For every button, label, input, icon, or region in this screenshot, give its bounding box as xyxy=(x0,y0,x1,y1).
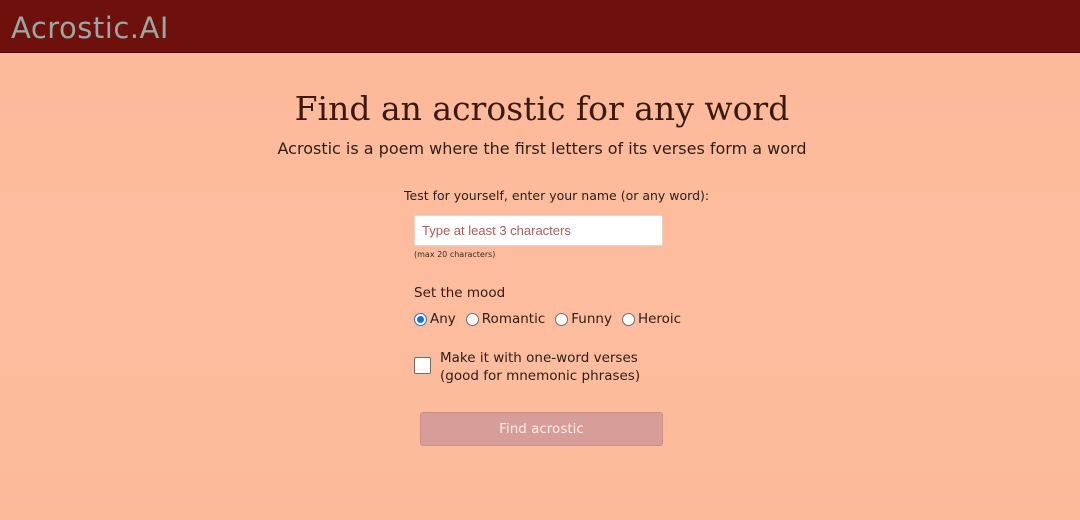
site-logo[interactable]: Acrostic.AI xyxy=(11,10,169,46)
mood-label: Set the mood xyxy=(414,285,506,301)
page-title: Find an acrostic for any word xyxy=(294,89,790,128)
word-input-prompt: Test for yourself, enter your name (or a… xyxy=(404,188,710,203)
mood-option-label: Any xyxy=(430,311,456,327)
input-length-hint: (max 20 characters) xyxy=(414,250,496,259)
one-word-verses-checkbox[interactable] xyxy=(414,357,431,374)
mood-option-label: Funny xyxy=(571,311,612,327)
one-word-verses-label[interactable]: Make it with one-word verses (good for m… xyxy=(440,349,680,385)
mood-radio-group: Any Romantic Funny Heroic xyxy=(414,309,691,329)
site-header: Acrostic.AI xyxy=(0,0,1080,53)
find-acrostic-button[interactable]: Find acrostic xyxy=(420,412,663,446)
mood-option-any[interactable]: Any xyxy=(414,311,456,327)
radio-button[interactable] xyxy=(414,312,427,326)
radio-button[interactable] xyxy=(621,312,635,326)
one-word-verses-text: Make it with one-word verses xyxy=(440,350,638,366)
radio-button[interactable] xyxy=(555,312,569,326)
mood-option-heroic[interactable]: Heroic xyxy=(621,311,682,327)
mood-option-funny[interactable]: Funny xyxy=(555,311,612,327)
mood-option-romantic[interactable]: Romantic xyxy=(465,311,546,327)
page-subtitle: Acrostic is a poem where the first lette… xyxy=(277,139,807,158)
one-word-verses-note: (good for mnemonic phrases) xyxy=(440,368,641,384)
mood-option-label: Romantic xyxy=(481,311,546,327)
word-input[interactable] xyxy=(414,215,663,246)
mood-option-label: Heroic xyxy=(637,311,682,327)
radio-button[interactable] xyxy=(465,312,479,326)
